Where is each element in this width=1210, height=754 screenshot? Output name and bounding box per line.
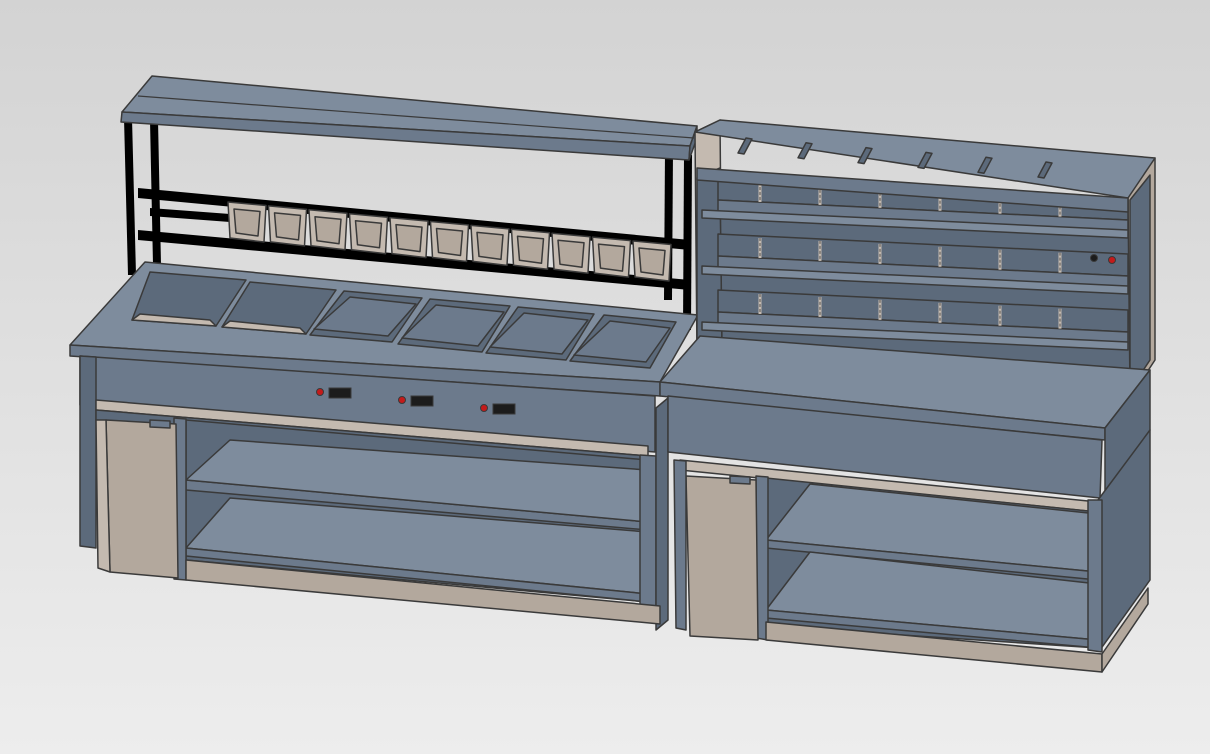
small-pan <box>267 205 308 247</box>
indicator-light <box>316 388 324 396</box>
small-pan <box>510 228 551 271</box>
small-pan <box>429 220 470 263</box>
small-pan <box>470 224 510 267</box>
small-pan <box>389 216 429 259</box>
counter-3d-model[interactable] <box>0 0 1210 754</box>
small-pan <box>632 240 672 282</box>
power-switch[interactable] <box>1090 254 1098 262</box>
small-pan <box>348 212 389 255</box>
rocker-switch <box>410 395 434 407</box>
indicator-light <box>480 404 488 412</box>
small-pan <box>308 209 348 251</box>
cad-viewport[interactable] <box>0 0 1210 754</box>
rocker-switch <box>328 387 352 399</box>
indicator-light <box>398 396 406 404</box>
small-pan <box>227 201 267 243</box>
rocker-switch <box>492 403 516 415</box>
small-pan <box>591 236 632 278</box>
right-heated-display-counter[interactable] <box>659 119 1156 673</box>
small-pan <box>551 232 591 274</box>
indicator-light[interactable] <box>1108 256 1116 264</box>
